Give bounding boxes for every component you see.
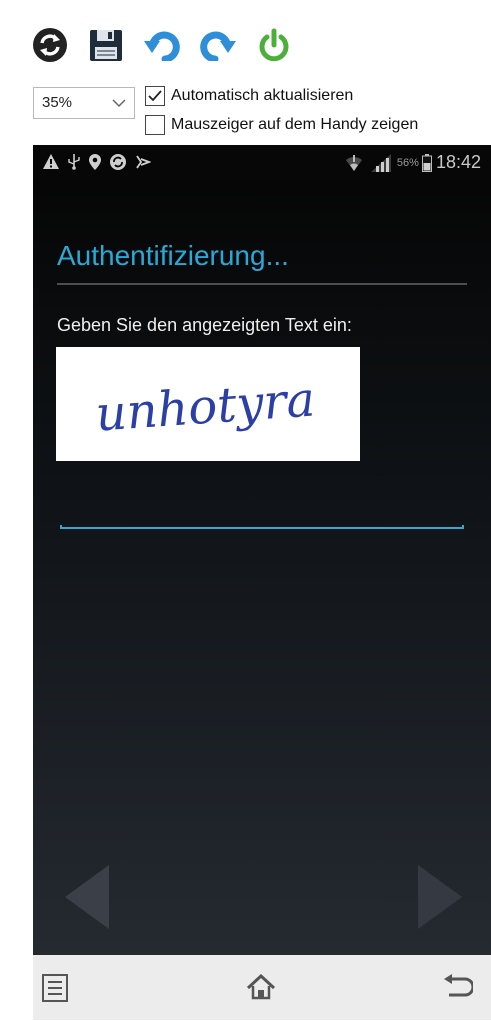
save-button[interactable] (86, 25, 126, 65)
wifi-icon (345, 154, 362, 171)
home-button[interactable] (246, 973, 276, 1005)
menu-button[interactable] (42, 974, 68, 1007)
input-underline (60, 525, 464, 529)
save-icon (90, 30, 122, 61)
refresh-icon (33, 28, 67, 62)
signal-icon (370, 153, 391, 172)
captcha-input[interactable] (60, 495, 464, 525)
chevron-down-icon (112, 99, 126, 108)
battery-percent: 56% (396, 156, 419, 169)
navigation-bar (33, 955, 491, 1020)
menu-icon (42, 974, 68, 1002)
dialog-prompt: Geben Sie den angezeigten Text ein: (57, 315, 352, 335)
power-button[interactable] (254, 25, 294, 65)
toolbar (30, 22, 310, 68)
show-pointer-option[interactable]: Mauszeiger auf dem Handy zeigen (145, 115, 418, 135)
rotate-right-icon (200, 31, 236, 61)
phone-screen: 56% 18:42 Authentifizierung... Geben Sie… (33, 145, 491, 1020)
home-icon (246, 973, 276, 1000)
location-icon (89, 153, 101, 170)
auto-refresh-checkbox[interactable] (145, 86, 165, 106)
back-button[interactable] (443, 974, 475, 1005)
auto-refresh-option[interactable]: Automatisch aktualisieren (145, 86, 353, 106)
rotate-left-button[interactable] (142, 25, 182, 65)
rotate-right-button[interactable] (198, 25, 238, 65)
checkmark-icon (148, 90, 162, 102)
warning-icon (43, 154, 59, 169)
zoom-value: 35% (42, 94, 73, 111)
power-icon (259, 28, 289, 62)
dialog-title: Authentifizierung... (57, 240, 289, 271)
status-bar: 56% 18:42 (33, 145, 491, 180)
captcha-text: unhotyra (94, 371, 317, 442)
back-icon (444, 974, 475, 997)
zoom-select[interactable]: 35% (33, 87, 135, 119)
title-divider (57, 283, 467, 285)
captcha-image: unhotyra (56, 347, 360, 461)
auth-dialog: Authentifizierung... Geben Sie den angez… (33, 180, 491, 955)
sync-icon (110, 153, 126, 170)
next-arrow-icon[interactable] (416, 865, 462, 929)
usb-icon (68, 154, 80, 170)
show-pointer-label: Mauszeiger auf dem Handy zeigen (171, 116, 419, 133)
status-time: 18:42 (435, 152, 481, 172)
status-right: 56% 18:42 (345, 152, 481, 173)
status-icons (43, 153, 160, 170)
previous-arrow-icon[interactable] (65, 865, 111, 929)
refresh-button[interactable] (30, 25, 70, 65)
battery-icon (421, 153, 432, 172)
show-pointer-checkbox[interactable] (145, 115, 165, 135)
auto-refresh-label: Automatisch aktualisieren (171, 87, 354, 104)
voicemail-icon (136, 155, 151, 168)
rotate-left-icon (144, 31, 180, 61)
app-window: 35% Automatisch aktualisieren Mauszeiger… (0, 0, 491, 1021)
